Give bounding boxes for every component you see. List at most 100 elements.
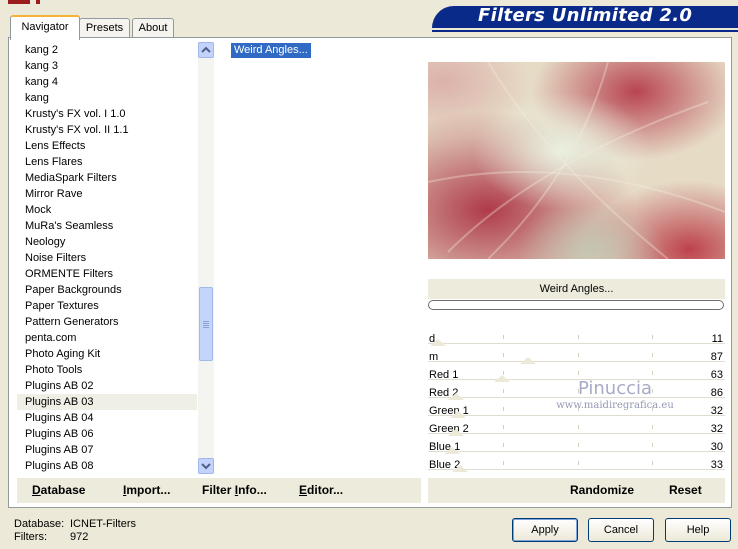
category-item[interactable]: Neology	[17, 234, 197, 250]
slider-tick	[652, 335, 653, 339]
tab-presets[interactable]: Presets	[79, 18, 130, 38]
slider-tick	[652, 443, 653, 447]
slider-tick	[578, 443, 579, 447]
category-item[interactable]: Plugins AB 04	[17, 410, 197, 426]
background-window-edge	[8, 0, 30, 4]
progress-bar	[428, 300, 724, 310]
slider-track[interactable]	[428, 407, 725, 416]
slider-thumb[interactable]	[520, 357, 536, 364]
parameter-value: 86	[710, 387, 723, 399]
parameter-value: 87	[710, 351, 723, 363]
preview-image	[428, 62, 725, 259]
slider-tick	[652, 461, 653, 465]
category-item[interactable]: ORMENTE Filters	[17, 266, 197, 282]
slider-tick	[503, 425, 504, 429]
chevron-down-icon	[201, 463, 211, 470]
database-button[interactable]: Database	[32, 478, 85, 503]
category-item[interactable]: Photo Aging Kit	[17, 346, 197, 362]
scroll-up-button[interactable]	[198, 42, 214, 58]
slider-tick	[578, 353, 579, 357]
watermark-site: www.maidiregrafica.eu	[556, 400, 674, 411]
category-item[interactable]: kang 2	[17, 42, 197, 58]
category-item[interactable]: Paper Backgrounds	[17, 282, 197, 298]
parameter-value: 32	[710, 405, 723, 417]
category-item[interactable]: Krusty's FX vol. II 1.1	[17, 122, 197, 138]
tab-about[interactable]: About	[132, 18, 174, 38]
parameter-value: 63	[710, 369, 723, 381]
slider-thumb[interactable]	[452, 465, 468, 472]
category-item[interactable]: Pattern Generators	[17, 314, 197, 330]
category-item[interactable]: kang 4	[17, 74, 197, 90]
slider-track[interactable]	[428, 461, 725, 470]
slider-thumb[interactable]	[430, 339, 446, 346]
slider-track[interactable]	[428, 353, 725, 362]
category-item[interactable]: Lens Flares	[17, 154, 197, 170]
parameter-slider[interactable]: Green 2 32	[428, 420, 725, 438]
slider-track[interactable]	[428, 443, 725, 452]
cancel-button[interactable]: Cancel	[588, 518, 654, 542]
category-item[interactable]: kang	[17, 90, 197, 106]
category-item[interactable]: Plugins AB 03	[17, 394, 197, 410]
parameter-slider[interactable]: Blue 2 33	[428, 456, 725, 474]
slider-tick	[503, 443, 504, 447]
category-item[interactable]: MediaSpark Filters	[17, 170, 197, 186]
slider-thumb[interactable]	[444, 447, 460, 454]
category-item[interactable]: Paper Textures	[17, 298, 197, 314]
filter-list[interactable]: Weird Angles...	[219, 42, 421, 474]
help-button[interactable]: Help	[665, 518, 731, 542]
app-title: Filters Unlimited 2.0	[478, 5, 693, 26]
category-scrollbar[interactable]	[198, 42, 214, 474]
category-list[interactable]: kang 2 kang 3 kang 4 kang Krusty's FX vol. I…	[17, 42, 197, 474]
slider-tick	[503, 407, 504, 411]
parameter-slider[interactable]: d 11	[428, 330, 725, 348]
category-item[interactable]: Krusty's FX vol. I 1.0	[17, 106, 197, 122]
parameter-value: 32	[710, 423, 723, 435]
slider-tick	[652, 353, 653, 357]
slider-tick	[652, 371, 653, 375]
filter-item-weird-angles[interactable]: Weird Angles...	[231, 43, 311, 58]
slider-tick	[503, 389, 504, 393]
slider-thumb[interactable]	[450, 411, 466, 418]
category-item[interactable]: kang 3	[17, 58, 197, 74]
scroll-down-button[interactable]	[198, 458, 214, 474]
category-item[interactable]: MuRa's Seamless	[17, 218, 197, 234]
right-button-strip: Randomize Reset	[428, 478, 725, 503]
background-window-edge	[36, 0, 40, 4]
category-item[interactable]: Plugins AB 02	[17, 378, 197, 394]
randomize-button[interactable]: Randomize	[570, 478, 634, 503]
category-item[interactable]: penta.com	[17, 330, 197, 346]
parameter-value: 33	[710, 459, 723, 471]
tab-navigator[interactable]: Navigator	[10, 15, 80, 40]
status-filters: Filters: 972	[14, 531, 88, 543]
category-item[interactable]: Lens Effects	[17, 138, 197, 154]
slider-tick	[578, 335, 579, 339]
slider-tick	[503, 353, 504, 357]
category-item[interactable]: Plugins AB 08	[17, 458, 197, 474]
category-item[interactable]: Photo Tools	[17, 362, 197, 378]
slider-thumb[interactable]	[448, 429, 464, 436]
slider-tick	[503, 461, 504, 465]
status-filters-label: Filters:	[14, 531, 47, 543]
slider-track[interactable]	[428, 425, 725, 434]
parameter-slider[interactable]: Blue 1 30	[428, 438, 725, 456]
filter-name-label: Weird Angles...	[428, 279, 725, 299]
reset-button[interactable]: Reset	[669, 478, 702, 503]
slider-thumb[interactable]	[494, 375, 510, 382]
apply-button[interactable]: Apply	[512, 518, 578, 542]
editor-button[interactable]: Editor...	[299, 478, 343, 503]
filter-info-button[interactable]: Filter Info...	[202, 478, 267, 503]
import-button[interactable]: Import...	[123, 478, 170, 503]
slider-thumb[interactable]	[448, 393, 464, 400]
slider-track[interactable]	[428, 335, 725, 344]
left-button-strip: Database Import... Filter Info... Editor…	[17, 478, 421, 503]
parameter-label: Red 1	[429, 369, 459, 381]
chevron-up-icon	[201, 46, 211, 53]
category-item[interactable]: Plugins AB 07	[17, 442, 197, 458]
category-item[interactable]: Plugins AB 06	[17, 426, 197, 442]
category-item[interactable]: Noise Filters	[17, 250, 197, 266]
scroll-thumb[interactable]	[199, 287, 213, 361]
category-item[interactable]: Mock	[17, 202, 197, 218]
parameter-slider[interactable]: m 87	[428, 348, 725, 366]
category-item[interactable]: Mirror Rave	[17, 186, 197, 202]
parameter-label: m	[429, 351, 439, 363]
